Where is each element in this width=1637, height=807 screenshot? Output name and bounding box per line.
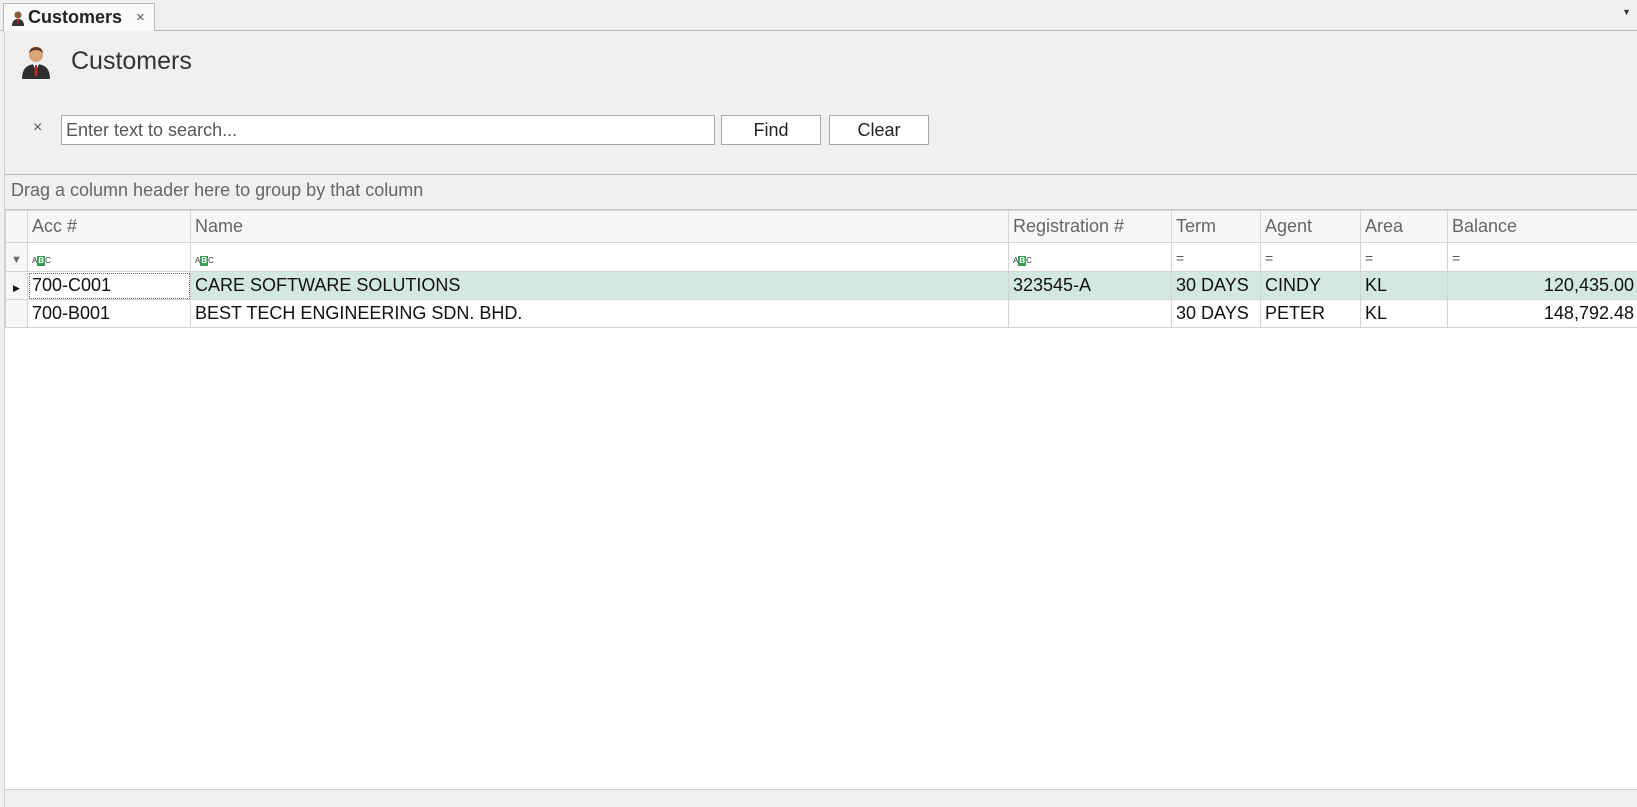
row-indicator-header xyxy=(5,210,28,243)
status-bar xyxy=(5,791,1637,807)
tab-label: Customers xyxy=(28,7,123,27)
text-filter-icon: ABC xyxy=(1013,255,1032,266)
clear-button[interactable]: Clear xyxy=(829,115,929,145)
filter-cell-agent[interactable]: = xyxy=(1260,242,1361,272)
cell-balance[interactable]: 148,792.48 xyxy=(1447,299,1637,328)
cell-agent[interactable]: CINDY xyxy=(1260,271,1361,300)
cell-acc[interactable]: 700-B001 xyxy=(27,299,191,328)
column-header-name[interactable]: Name xyxy=(190,210,1009,243)
customer-icon xyxy=(22,47,50,79)
filter-cell-term[interactable]: = xyxy=(1171,242,1261,272)
customers-grid: Drag a column header here to group by th… xyxy=(5,175,1637,790)
find-button[interactable]: Find xyxy=(721,115,821,145)
column-header-acc[interactable]: Acc # xyxy=(27,210,191,243)
column-header-term[interactable]: Term xyxy=(1171,210,1261,243)
search-input[interactable] xyxy=(61,115,715,145)
text-filter-icon: ABC xyxy=(32,255,51,266)
chevron-down-icon[interactable]: ▼ xyxy=(1622,7,1631,17)
cell-term[interactable]: 30 DAYS xyxy=(1171,271,1261,300)
column-header-area[interactable]: Area xyxy=(1360,210,1448,243)
cell-area[interactable]: KL xyxy=(1360,299,1448,328)
header-row: Acc # Name Registration # Term Agent Are… xyxy=(5,210,1637,243)
tab-customers[interactable]: Customers × xyxy=(3,3,155,31)
tab-strip: Customers × ▼ xyxy=(0,0,1637,31)
cell-area[interactable]: KL xyxy=(1360,271,1448,300)
filter-cell-balance[interactable]: = xyxy=(1447,242,1637,272)
equals-filter-icon: = xyxy=(1365,249,1374,266)
row-indicator-arrow-icon: ▶ xyxy=(5,271,28,300)
customers-panel: Customers × Find Clear Drag a column hea… xyxy=(4,31,1637,807)
table-row[interactable]: 700-B001 BEST TECH ENGINEERING SDN. BHD.… xyxy=(5,299,1637,328)
filter-cell-name[interactable]: ABC xyxy=(190,242,1009,272)
customers-table: Acc # Name Registration # Term Agent Are… xyxy=(5,210,1637,328)
auto-filter-row: ▼ ABC ABC ABC = = = = xyxy=(5,242,1637,272)
equals-filter-icon: = xyxy=(1452,249,1461,266)
cell-acc[interactable]: 700-C001 xyxy=(27,271,191,300)
cell-registration[interactable]: 323545-A xyxy=(1008,271,1172,300)
column-header-balance[interactable]: Balance xyxy=(1447,210,1637,243)
close-icon[interactable]: × xyxy=(136,9,145,26)
column-header-agent[interactable]: Agent xyxy=(1260,210,1361,243)
customer-icon xyxy=(12,11,24,26)
group-by-panel[interactable]: Drag a column header here to group by th… xyxy=(5,175,1637,210)
clear-search-icon[interactable]: × xyxy=(33,119,42,137)
equals-filter-icon: = xyxy=(1176,249,1185,266)
filter-cell-registration[interactable]: ABC xyxy=(1008,242,1172,272)
cell-term[interactable]: 30 DAYS xyxy=(1171,299,1261,328)
table-row[interactable]: ▶ 700-C001 CARE SOFTWARE SOLUTIONS 32354… xyxy=(5,271,1637,300)
page-title: Customers xyxy=(71,47,192,75)
filter-cell-area[interactable]: = xyxy=(1360,242,1448,272)
cell-agent[interactable]: PETER xyxy=(1260,299,1361,328)
equals-filter-icon: = xyxy=(1265,249,1274,266)
row-indicator xyxy=(5,299,28,328)
filter-cell-acc[interactable]: ABC xyxy=(27,242,191,272)
cell-registration[interactable] xyxy=(1008,299,1172,328)
text-filter-icon: ABC xyxy=(195,255,214,266)
column-header-registration[interactable]: Registration # xyxy=(1008,210,1172,243)
filter-icon: ▼ xyxy=(5,242,28,272)
cell-balance[interactable]: 120,435.00 xyxy=(1447,271,1637,300)
cell-name[interactable]: BEST TECH ENGINEERING SDN. BHD. xyxy=(190,299,1009,328)
cell-name[interactable]: CARE SOFTWARE SOLUTIONS xyxy=(190,271,1009,300)
